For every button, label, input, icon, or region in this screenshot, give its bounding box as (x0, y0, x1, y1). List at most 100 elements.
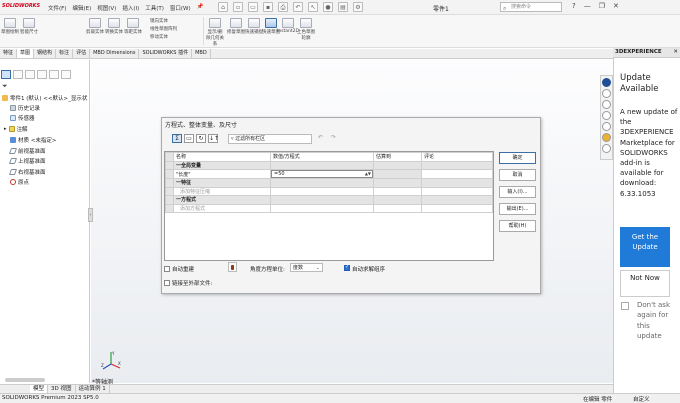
filter-icon[interactable]: ⏷ (2, 82, 8, 91)
rebuild-traffic-light-icon[interactable] (228, 262, 237, 272)
value-input[interactable]: =50 ▲▼ (271, 170, 373, 178)
get-update-button[interactable]: Get the Update (620, 227, 670, 267)
menu-view[interactable]: 视图(V) (97, 4, 116, 12)
tab-sketch[interactable]: 草图 (17, 49, 35, 58)
ribbon-trim-button[interactable]: 剪裁实体 (86, 18, 104, 35)
ok-button[interactable]: 确定 (499, 152, 536, 164)
tab-evaluate[interactable]: 评估 (73, 49, 91, 58)
tab-structure-system[interactable]: 钢结构 (34, 49, 57, 58)
move-entities-button[interactable]: 移动实体 (150, 34, 177, 42)
file-properties-icon[interactable]: ▤ (338, 2, 348, 12)
select-icon[interactable]: ↖ (308, 2, 318, 12)
variable-name-cell[interactable]: "长度" (173, 169, 271, 179)
ribbon-instant2d-button[interactable]: Instant2D (277, 18, 299, 34)
tab-3d-views[interactable]: 3D 视图 (48, 385, 76, 393)
view-palette-icon[interactable] (602, 122, 611, 131)
help-icon[interactable]: ? (572, 2, 576, 10)
help-button[interactable]: 帮助(H) (499, 220, 536, 232)
status-units[interactable]: 自定义 (633, 395, 650, 403)
dimension-view-icon[interactable]: ↻ (196, 134, 206, 143)
pin-icon[interactable]: 📌 (197, 4, 204, 12)
not-now-button[interactable]: Not Now (620, 270, 670, 297)
maximize-button[interactable]: ❐ (599, 2, 605, 10)
undo-redo-icons[interactable]: ↶ ↷ (318, 134, 339, 141)
tree-item-front-plane[interactable]: 前视基准面 (8, 147, 46, 155)
close-button[interactable]: ✕ (613, 2, 619, 10)
tree-item-material[interactable]: 材质 <未指定> (10, 136, 56, 144)
tree-horizontal-scrollbar[interactable] (5, 378, 45, 382)
menu-tools[interactable]: 工具(T) (145, 4, 164, 12)
auto-solve-order-checkbox[interactable] (344, 264, 350, 271)
ribbon-smart-dimension-button[interactable]: 智能尺寸 (20, 18, 38, 35)
save-icon[interactable]: ▪ (263, 2, 273, 12)
more-tabs-icon[interactable] (61, 70, 71, 79)
linear-pattern-button[interactable]: 线性草图阵列 (150, 26, 177, 34)
solidworks-resources-icon[interactable] (602, 89, 611, 98)
open-file-icon[interactable]: ▭ (248, 2, 258, 12)
dimxpert-tab-icon[interactable] (37, 70, 47, 79)
minimize-button[interactable]: — (584, 2, 591, 10)
tab-mbd[interactable]: MBD (192, 49, 211, 58)
new-file-icon[interactable]: ▫ (233, 2, 243, 12)
rebuild-icon[interactable]: ● (323, 2, 333, 12)
tab-mbd-dimensions[interactable]: MBD Dimensions (90, 49, 140, 58)
equation-view-icon[interactable]: Σ (172, 134, 182, 143)
menu-window[interactable]: 窗口(W) (170, 4, 191, 12)
filter-all-fields-input[interactable]: ▿ 过滤所有栏区 (228, 134, 312, 144)
group-label[interactable]: 一全局变量 (173, 160, 271, 170)
ribbon-shaded-sketch-button[interactable]: 上色草图轮廓 (297, 18, 315, 41)
tree-item-right-plane[interactable]: 右视基准面 (8, 168, 46, 176)
ribbon-repair-sketch-button[interactable]: 修复草图 (227, 18, 245, 35)
tree-item-history[interactable]: 历史记录 (10, 104, 40, 112)
display-manager-tab-icon[interactable] (49, 70, 59, 79)
ordered-view-icon[interactable]: ↓↑ (208, 134, 219, 143)
search-commands-input[interactable]: ⌕ 搜索命令 (500, 2, 562, 12)
add-equation-cell[interactable]: 添加方程式 (173, 203, 271, 213)
spin-icon[interactable]: ▲▼ (365, 171, 371, 176)
tree-item-sensors[interactable]: 传感器 (10, 114, 35, 122)
tab-features[interactable]: 特征 (0, 49, 18, 58)
custom-properties-icon[interactable] (602, 144, 611, 153)
property-manager-tab-icon[interactable] (13, 70, 23, 79)
sketch-equation-view-icon[interactable]: ▭ (184, 134, 194, 143)
feature-manager-tab-icon[interactable] (1, 70, 11, 79)
ribbon-sketch-button[interactable]: 草图绘制 (1, 18, 19, 35)
panel-collapse-handle[interactable]: ‹ (88, 208, 93, 222)
options-gear-icon[interactable]: ⚙ (353, 2, 363, 12)
group-label[interactable]: 一方程式 (173, 195, 271, 205)
export-button[interactable]: 输出(E)... (499, 203, 536, 215)
menu-insert[interactable]: 插入(I) (122, 4, 139, 12)
ribbon-relations-button[interactable]: 显示/删除几何关系 (206, 18, 224, 47)
menu-file[interactable]: 文件(F) (48, 4, 66, 12)
configuration-manager-tab-icon[interactable] (25, 70, 35, 79)
auto-rebuild-checkbox[interactable] (164, 266, 170, 272)
home-icon[interactable]: ⌂ (218, 2, 228, 12)
ribbon-offset-button[interactable]: 等距实体 (124, 18, 142, 35)
import-button[interactable]: 输入(I)... (499, 186, 536, 198)
undo-icon[interactable]: ↶ (293, 2, 303, 12)
tab-motion-study[interactable]: 运动算例 1 (76, 385, 110, 393)
add-feature-suppression-cell[interactable]: 添加特征压缩 (173, 186, 271, 196)
group-label[interactable]: 一特征 (173, 178, 271, 188)
tree-item-annotations[interactable]: ▸ 注解 (4, 125, 28, 133)
tab-addins[interactable]: SOLIDWORKS 插件 (139, 49, 193, 58)
design-library-icon[interactable] (602, 100, 611, 109)
link-external-file-checkbox[interactable] (164, 280, 170, 286)
3dexperience-icon[interactable] (602, 78, 611, 87)
file-explorer-icon[interactable] (602, 111, 611, 120)
solidworks-logo[interactable]: SOLIDWORKS (2, 3, 40, 9)
tree-item-origin[interactable]: 原点 (10, 178, 29, 186)
dont-ask-checkbox[interactable] (621, 302, 629, 310)
tab-model[interactable]: 模型 (30, 385, 49, 393)
tree-root-part[interactable]: 零件1 (默认) <<默认>_显示状 (2, 94, 87, 102)
tab-markup[interactable]: 标注 (56, 49, 74, 58)
menu-edit[interactable]: 编辑(E) (72, 4, 91, 12)
ribbon-quick-snaps-button[interactable]: 快速捕捉 (245, 18, 263, 35)
print-icon[interactable]: ⎙ (278, 2, 288, 12)
angle-unit-select[interactable]: 度数 ⌄ (290, 263, 323, 272)
tree-item-top-plane[interactable]: 上视基准面 (8, 157, 46, 165)
ribbon-convert-button[interactable]: 转换实体 (105, 18, 123, 35)
panel-close-icon[interactable]: ✕ (673, 48, 678, 57)
appearances-icon[interactable] (602, 133, 611, 142)
cancel-button[interactable]: 取消 (499, 169, 536, 181)
